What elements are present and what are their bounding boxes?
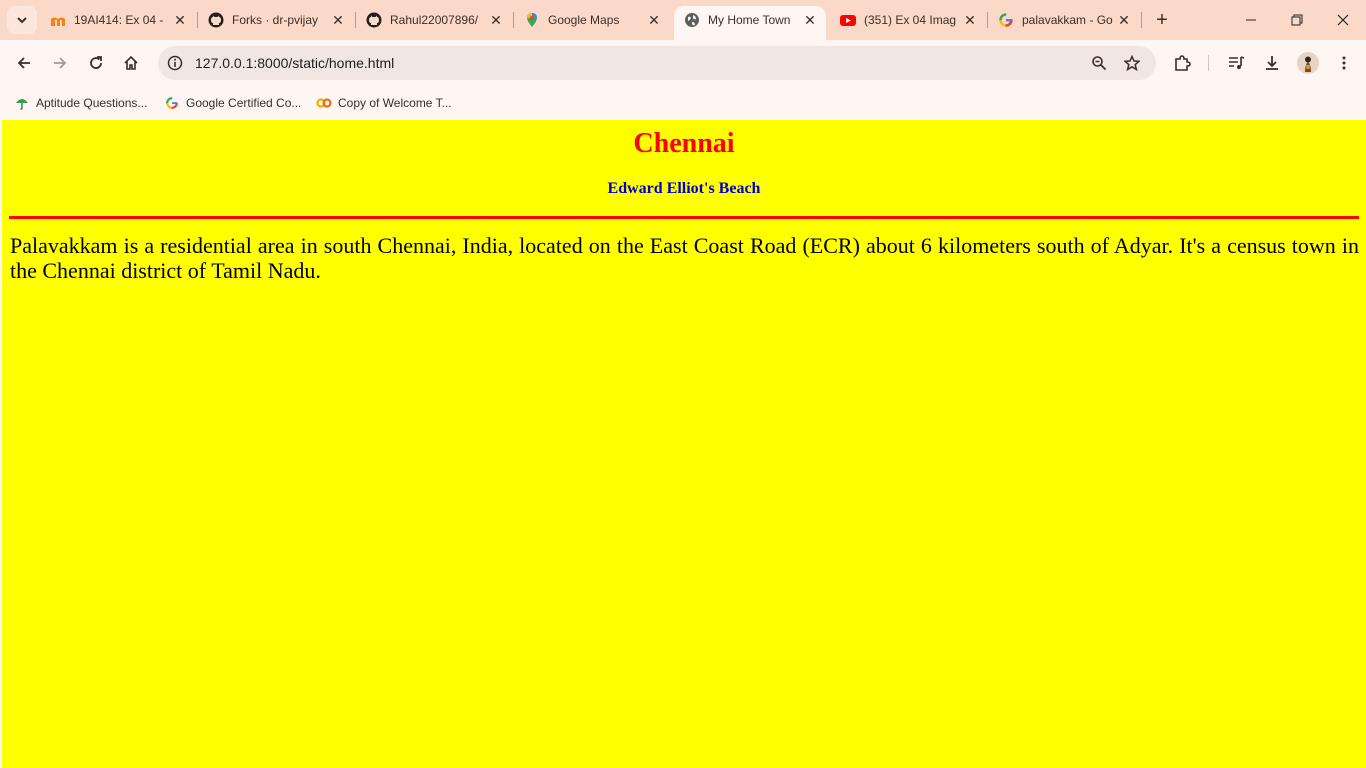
site-info-icon[interactable] — [166, 54, 184, 72]
bookmark-label: Google Certified Co... — [186, 96, 302, 110]
address-bar[interactable]: 127.0.0.1:8000/static/home.html — [158, 46, 1156, 80]
tab-title: (351) Ex 04 Imag — [864, 13, 957, 27]
minimize-button[interactable] — [1228, 0, 1274, 40]
reload-icon — [90, 56, 102, 69]
extensions-button[interactable] — [1168, 49, 1196, 77]
bookmark-label: Aptitude Questions... — [36, 96, 148, 110]
plus-icon: + — [1156, 8, 1168, 31]
home-icon — [124, 55, 138, 70]
umbrella-icon — [14, 95, 30, 111]
download-icon — [1266, 56, 1278, 70]
bookmark-label: Copy of Welcome T... — [338, 96, 452, 110]
minimize-icon — [1246, 19, 1256, 21]
page-heading: Chennai — [633, 128, 735, 159]
tab-google-search[interactable]: palavakkam - Go ✕ — [988, 6, 1140, 34]
globe-icon — [684, 12, 700, 28]
tab-moodle[interactable]: 19AI414: Ex 04 - ✕ — [40, 6, 196, 34]
zoom-icon[interactable] — [1090, 54, 1108, 72]
tab-title: 19AI414: Ex 04 - — [74, 13, 164, 27]
youtube-icon — [840, 12, 856, 28]
restore-button[interactable] — [1274, 0, 1320, 40]
menu-button[interactable] — [1330, 49, 1358, 77]
puzzle-icon — [1175, 55, 1191, 71]
bookmark-colab[interactable]: Copy of Welcome T... — [316, 93, 452, 113]
bookmarks-bar: Aptitude Questions... Google Certified C… — [0, 86, 1366, 120]
tab-title: Rahul22007896/ — [390, 13, 479, 27]
tab-rahul-repo[interactable]: Rahul22007896/ ✕ — [356, 6, 512, 34]
page-viewport: Chennai Edward Elliot's Beach Palavakkam… — [2, 120, 1366, 768]
bookmark-star-icon[interactable] — [1123, 54, 1141, 72]
bookmark-aptitude[interactable]: Aptitude Questions... — [14, 93, 147, 113]
github-icon — [366, 12, 382, 28]
close-icon[interactable]: ✕ — [1116, 12, 1132, 28]
horizontal-rule — [9, 216, 1359, 219]
downloads-button[interactable] — [1258, 49, 1286, 77]
tab-strip: 19AI414: Ex 04 - ✕ Forks · dr-pvijay ✕ R… — [0, 0, 1366, 40]
chevron-down-icon — [17, 17, 27, 24]
google-icon — [998, 12, 1014, 28]
toolbar-divider — [1208, 55, 1209, 71]
moodle-icon — [50, 12, 66, 28]
avatar — [1297, 52, 1319, 74]
close-icon[interactable]: ✕ — [172, 12, 188, 28]
home-button[interactable] — [117, 49, 145, 77]
tab-divider — [1141, 12, 1142, 28]
new-tab-button[interactable]: + — [1150, 8, 1174, 32]
close-icon[interactable]: ✕ — [802, 12, 818, 28]
tab-title: palavakkam - Go — [1022, 13, 1113, 27]
forward-button[interactable] — [46, 49, 74, 77]
maps-pin-icon — [524, 12, 540, 28]
bookmark-google-certified[interactable]: Google Certified Co... — [164, 93, 301, 113]
tab-title: My Home Town — [708, 13, 791, 27]
browser-toolbar: 127.0.0.1:8000/static/home.html — [0, 40, 1366, 86]
close-window-button[interactable] — [1320, 0, 1366, 40]
colab-icon — [316, 95, 332, 111]
reload-button[interactable] — [82, 49, 110, 77]
playlist-music-icon — [1229, 56, 1245, 69]
tab-youtube[interactable]: (351) Ex 04 Imag ✕ — [830, 6, 986, 34]
arrow-left-icon — [17, 57, 30, 69]
tab-title: Forks · dr-pvijay — [232, 13, 319, 27]
more-vert-icon — [1342, 56, 1346, 70]
tab-google-maps[interactable]: Google Maps ✕ — [514, 6, 670, 34]
close-icon[interactable]: ✕ — [330, 12, 346, 28]
tab-search-button[interactable] — [7, 6, 37, 34]
close-icon[interactable]: ✕ — [962, 12, 978, 28]
arrow-right-icon — [54, 57, 67, 69]
github-icon — [208, 12, 224, 28]
description-paragraph: Palavakkam is a residential area in sout… — [10, 233, 1359, 283]
tab-title: Google Maps — [548, 13, 620, 27]
media-control-button[interactable] — [1222, 49, 1250, 77]
restore-icon — [1291, 14, 1303, 26]
google-icon — [164, 95, 180, 111]
url-text[interactable]: 127.0.0.1:8000/static/home.html — [195, 55, 394, 71]
tab-forks[interactable]: Forks · dr-pvijay ✕ — [198, 6, 354, 34]
page-subheading: Edward Elliot's Beach — [607, 180, 761, 197]
back-button[interactable] — [10, 49, 38, 77]
tab-my-home-town[interactable]: My Home Town ✕ — [674, 6, 826, 40]
close-icon[interactable]: ✕ — [488, 12, 504, 28]
profile-button[interactable] — [1294, 49, 1322, 77]
close-icon — [1337, 14, 1349, 26]
close-icon[interactable]: ✕ — [646, 12, 662, 28]
